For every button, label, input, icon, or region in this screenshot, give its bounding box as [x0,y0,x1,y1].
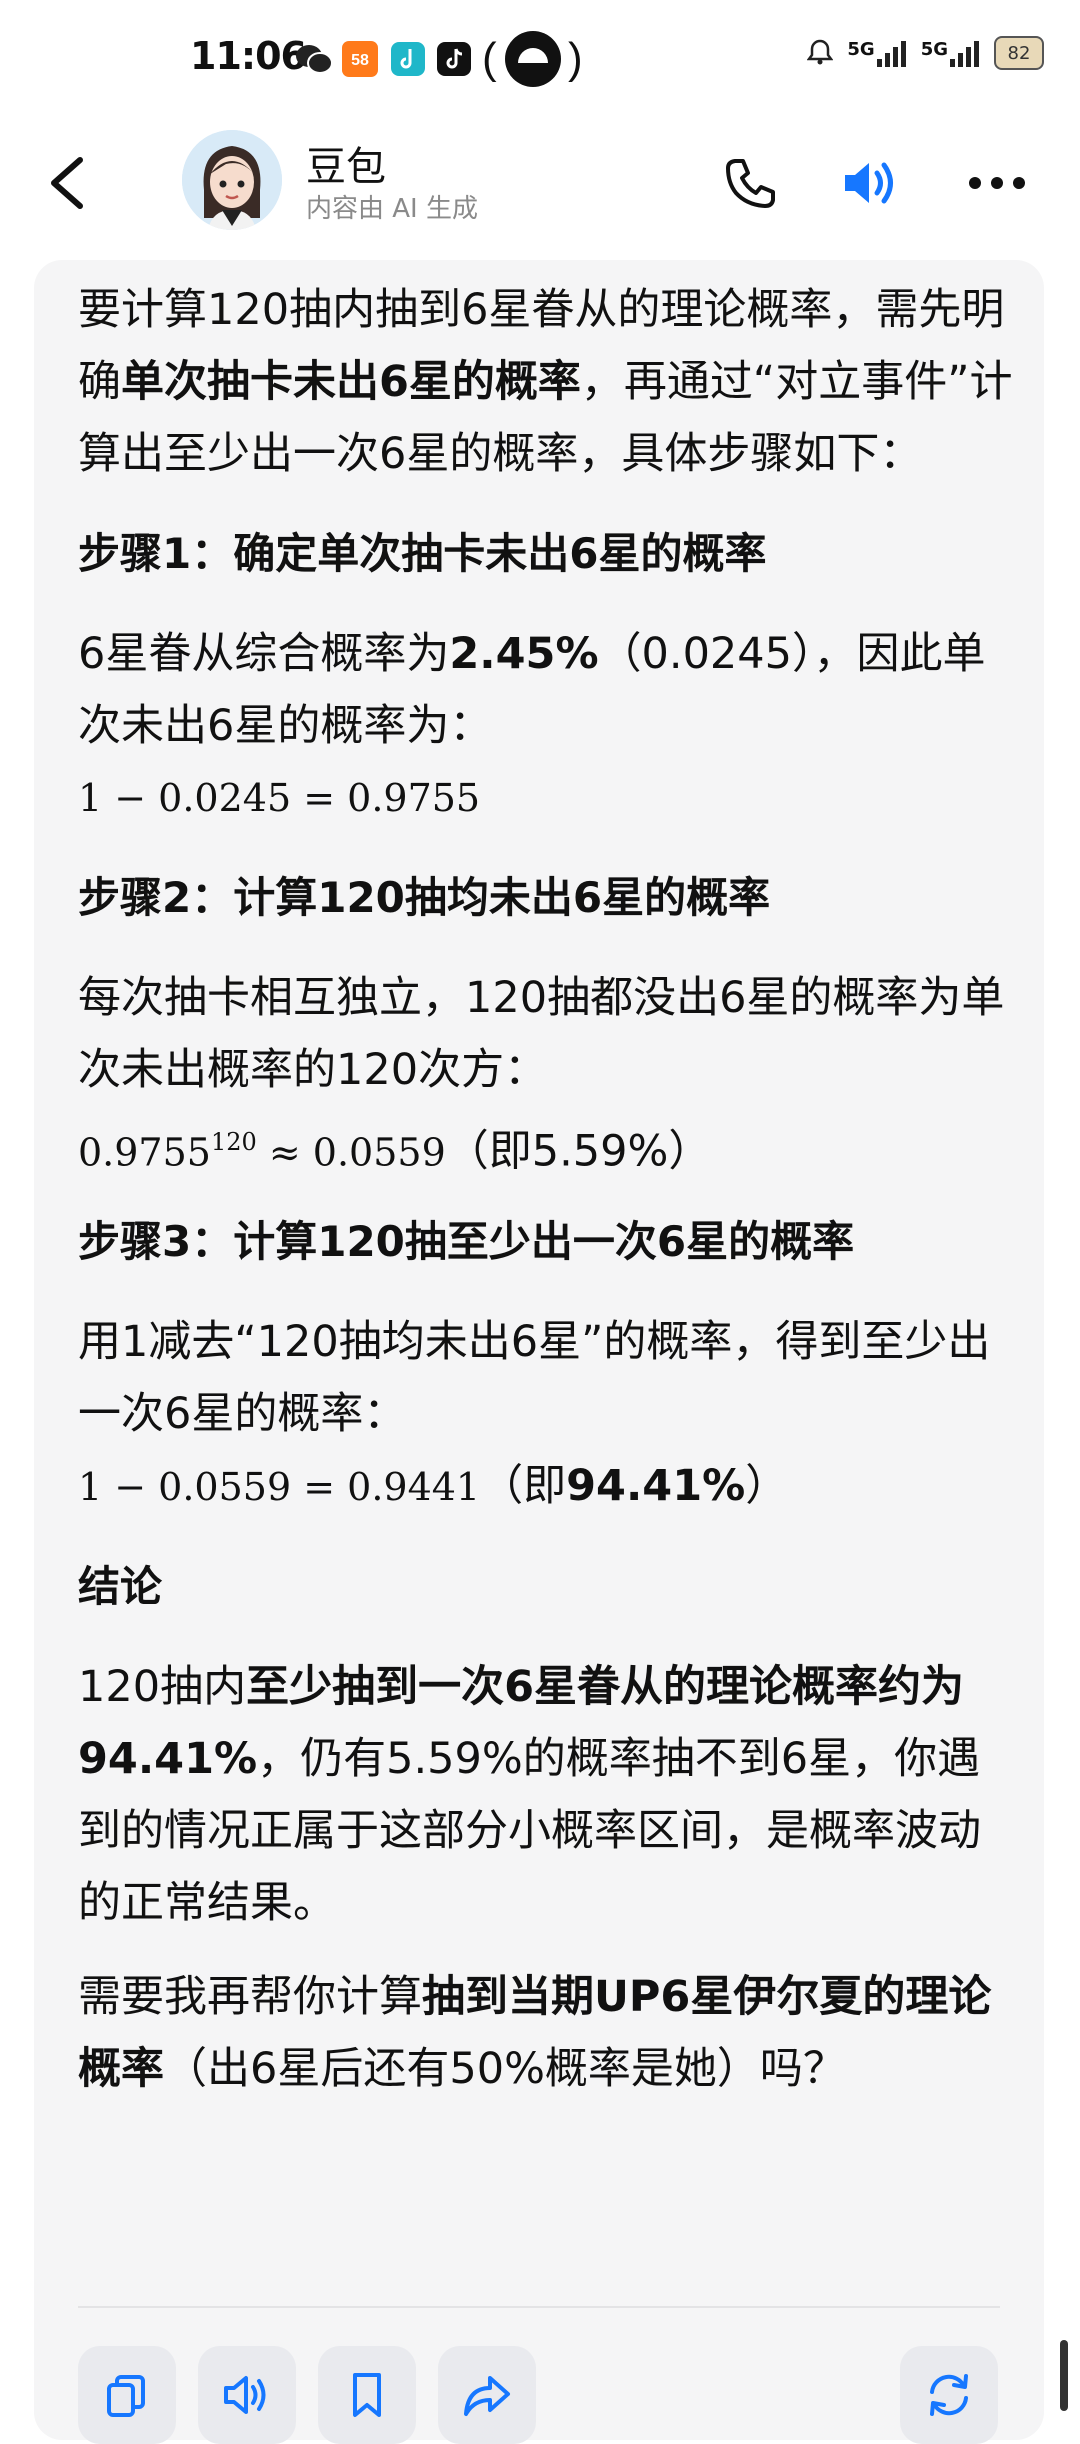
call-button[interactable] [716,148,786,218]
followup-text-2: （出6星后还有50%概率是她）吗？ [164,2044,846,2095]
conclusion-paragraph: 120抽内至少抽到一次6星眷从的理论概率约为94.41%，仍有5.59%的概率抽… [78,1651,1018,1939]
hotspot-icon: () [478,31,588,87]
step3-formula-text: 1 − 0.0559 = 0.9441 [78,1465,481,1510]
conclusion-heading: 结论 [78,1562,163,1612]
battery-indicator: 82 [994,36,1044,70]
alarm-icon [806,37,834,70]
svg-text:58: 58 [351,52,369,69]
step2-formula-result: ≈ 0.0559 [256,1130,446,1175]
action-divider [78,2306,1000,2308]
step1-formula: 1 − 0.0245 = 0.9755 [78,776,481,820]
svg-text:): ) [568,34,583,83]
58-app-icon: 58 [340,38,380,80]
more-button[interactable] [962,148,1032,218]
step2-formula-exponent: 120 [210,1128,257,1156]
message-content: 要计算120抽内抽到6星眷从的理论概率，需先明确单次抽卡未出6星的概率，再通过“… [78,274,1018,2105]
signal-2-icon: 5G [921,39,980,67]
step2-heading: 步骤2：计算120抽均未出6星的概率 [78,873,771,922]
copy-icon [107,2375,145,2417]
step3-note-end: ） [745,1461,789,1512]
speaker-icon [224,2376,266,2414]
scrollbar[interactable] [1060,2340,1068,2411]
chat-header: 豆包 内容由 AI 生成 [0,118,1080,248]
step1-paragraph: 6星眷从综合概率为2.45%（0.0245），因此单次未出6星的概率为： [78,618,1018,762]
regenerate-icon [930,2374,968,2416]
bookmark-button[interactable] [318,2346,416,2444]
intro-bold: 单次抽卡未出6星的概率 [121,357,581,407]
conclusion-text: 120抽内 [78,1662,247,1713]
ai-message-bubble: 要计算120抽内抽到6星眷从的理论概率，需先明确单次抽卡未出6星的概率，再通过“… [34,260,1044,2444]
tiktok-lite-icon [388,38,428,80]
bot-avatar-icon [182,130,282,230]
step3-paragraph: 用1减去“120抽均未出6星”的概率，得到至少出一次6星的概率： [78,1317,991,1440]
share-icon [464,2376,510,2416]
step1-text: 6星眷从综合概率为 [78,629,450,679]
step1-bold: 2.45% [449,629,599,679]
step3-formula: 1 − 0.0559 = 0.9441（即94.41%） [78,1450,1018,1523]
step3-heading: 步骤3：计算120抽至少出一次6星的概率 [78,1217,855,1267]
intro-paragraph: 要计算120抽内抽到6星眷从的理论概率，需先明确单次抽卡未出6星的概率，再通过“… [78,274,1018,490]
phone-icon [726,159,775,208]
network-label-2: 5G [920,39,948,60]
share-button[interactable] [438,2346,536,2444]
svg-text:(: ( [482,34,497,83]
copy-button[interactable] [78,2346,176,2444]
tiktok-icon [434,38,474,80]
back-button[interactable] [40,148,100,218]
status-time: 11:06 [190,34,307,78]
network-label-1: 5G [847,39,875,60]
chevron-left-icon [51,157,83,209]
bookmark-icon [353,2373,381,2417]
followup-paragraph: 需要我再帮你计算抽到当期UP6星伊尔夏的理论概率（出6星后还有50%概率是她）吗… [78,1961,1018,2105]
step2-formula-base: 0.9755 [78,1130,211,1175]
step1-heading: 步骤1：确定单次抽卡未出6星的概率 [78,529,767,578]
step3-note-bold: 94.41% [566,1461,746,1512]
signal-1-icon: 5G [847,39,906,67]
ai-disclaimer: 内容由 AI 生成 [306,194,478,224]
step2-paragraph: 每次抽卡相互独立，120抽都没出6星的概率为单次未出概率的120次方： [78,973,1005,1095]
wechat-icon [294,38,334,80]
read-aloud-button[interactable] [198,2346,296,2444]
speaker-icon [845,162,893,204]
more-dots-icon [969,177,1025,189]
step2-formula: 0.9755120 ≈ 0.0559（即5.59%） [78,1106,1018,1188]
status-bar: 11:06 58 () 5G 5G 82 [0,0,1080,118]
step2-note: （即5.59%） [445,1126,712,1177]
avatar[interactable] [182,130,282,230]
bot-name[interactable]: 豆包 [306,134,386,192]
voice-playback-button[interactable] [836,148,906,218]
followup-text: 需要我再帮你计算 [78,1972,422,2023]
step3-note: （即 [480,1461,567,1512]
regenerate-button[interactable] [900,2346,998,2444]
